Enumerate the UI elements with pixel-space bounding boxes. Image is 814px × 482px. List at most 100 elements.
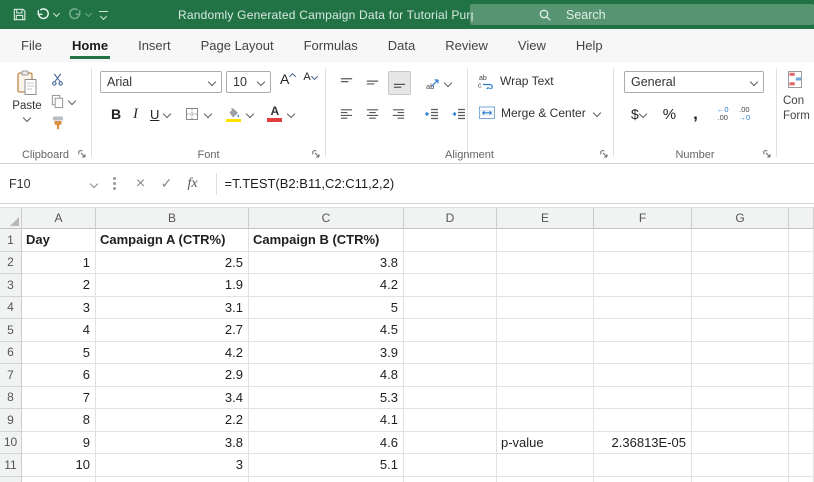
row-header-2[interactable]: 2 (0, 252, 22, 275)
row-header-7[interactable]: 7 (0, 364, 22, 387)
cell-G11[interactable] (692, 454, 789, 477)
tab-page-layout[interactable]: Page Layout (186, 29, 289, 62)
cell-D2[interactable] (404, 252, 497, 275)
cell-D8[interactable] (404, 387, 497, 410)
cell-partial-7[interactable] (789, 364, 814, 387)
decrease-font-size-button[interactable]: A (300, 71, 319, 93)
cell-E8[interactable] (497, 387, 594, 410)
cell-F3[interactable] (594, 274, 692, 297)
paste-button[interactable]: Paste (7, 70, 47, 121)
cell-partial-8[interactable] (789, 387, 814, 410)
format-painter-button[interactable] (50, 114, 75, 132)
alignment-dialog-launcher[interactable] (600, 150, 609, 159)
orientation-button[interactable]: ab (423, 72, 454, 94)
cell-G6[interactable] (692, 342, 789, 365)
cell-C4[interactable]: 5 (249, 297, 404, 320)
cell-E1[interactable] (497, 229, 594, 252)
cell-C8[interactable]: 5.3 (249, 387, 404, 410)
accounting-dropdown-icon[interactable] (639, 110, 647, 118)
number-dialog-launcher[interactable] (763, 150, 772, 159)
cell-C1[interactable]: Campaign B (CTR%) (249, 229, 404, 252)
cell-E11[interactable] (497, 454, 594, 477)
increase-decimal-button[interactable]: ←0 .00 (714, 103, 732, 125)
col-header-partial[interactable] (789, 207, 814, 229)
cell-C12[interactable] (249, 477, 404, 482)
col-header-F[interactable]: F (594, 207, 692, 229)
cell-partial-9[interactable] (789, 409, 814, 432)
cell-D1[interactable] (404, 229, 497, 252)
cell-F4[interactable] (594, 297, 692, 320)
increase-font-size-button[interactable]: A (277, 71, 298, 93)
col-header-A[interactable]: A (22, 207, 96, 229)
conditional-formatting-button[interactable]: Con Form (783, 70, 814, 124)
enter-button[interactable]: ✓ (154, 175, 180, 192)
cell-F5[interactable] (594, 319, 692, 342)
cell-A4[interactable]: 3 (22, 297, 96, 320)
tab-help[interactable]: Help (561, 29, 618, 62)
cell-B1[interactable]: Campaign A (CTR%) (96, 229, 249, 252)
cell-D9[interactable] (404, 409, 497, 432)
tab-insert[interactable]: Insert (123, 29, 186, 62)
cell-partial-6[interactable] (789, 342, 814, 365)
cell-G8[interactable] (692, 387, 789, 410)
cell-E7[interactable] (497, 364, 594, 387)
col-header-E[interactable]: E (497, 207, 594, 229)
undo-dropdown-icon[interactable] (53, 10, 60, 17)
accounting-format-button[interactable]: $ (624, 103, 649, 125)
formula-input[interactable]: =T.TEST(B2:B11,C2:C11,2,2) (225, 176, 395, 191)
cell-A12[interactable] (22, 477, 96, 482)
tab-formulas[interactable]: Formulas (289, 29, 373, 62)
col-header-B[interactable]: B (96, 207, 249, 229)
cut-button[interactable] (50, 70, 75, 88)
cell-C9[interactable]: 4.1 (249, 409, 404, 432)
cell-G3[interactable] (692, 274, 789, 297)
row-header-3[interactable]: 3 (0, 274, 22, 297)
name-box[interactable]: F10 (0, 171, 105, 197)
row-header-5[interactable]: 5 (0, 319, 22, 342)
font-name-select[interactable]: Arial (100, 71, 222, 93)
cell-B4[interactable]: 3.1 (96, 297, 249, 320)
cell-F9[interactable] (594, 409, 692, 432)
customize-quick-access-toolbar-button[interactable] (97, 4, 110, 26)
cell-G10[interactable] (692, 432, 789, 455)
cell-E2[interactable] (497, 252, 594, 275)
align-right-button[interactable] (388, 103, 409, 125)
cell-G1[interactable] (692, 229, 789, 252)
cell-F2[interactable] (594, 252, 692, 275)
select-all-corner[interactable] (0, 207, 22, 229)
cell-F11[interactable] (594, 454, 692, 477)
cell-B5[interactable]: 2.7 (96, 319, 249, 342)
paste-dropdown-icon[interactable] (23, 114, 31, 122)
copy-button[interactable] (50, 92, 75, 110)
align-middle-button[interactable] (362, 72, 383, 94)
align-left-button[interactable] (336, 103, 357, 125)
cell-B9[interactable]: 2.2 (96, 409, 249, 432)
cell-B8[interactable]: 3.4 (96, 387, 249, 410)
cell-partial-10[interactable] (789, 432, 814, 455)
cell-A2[interactable]: 1 (22, 252, 96, 275)
cell-F12[interactable] (594, 477, 692, 482)
cell-E5[interactable] (497, 319, 594, 342)
percent-style-button[interactable]: % (656, 103, 683, 125)
row-header-10[interactable]: 10 (0, 432, 22, 455)
row-header-9[interactable]: 9 (0, 409, 22, 432)
cell-C3[interactable]: 4.2 (249, 274, 404, 297)
cell-B7[interactable]: 2.9 (96, 364, 249, 387)
cell-D3[interactable] (404, 274, 497, 297)
cell-A6[interactable]: 5 (22, 342, 96, 365)
orientation-dropdown-icon[interactable] (444, 79, 452, 87)
borders-dropdown-icon[interactable] (204, 110, 212, 118)
underline-dropdown-icon[interactable] (163, 110, 171, 118)
redo-dropdown-icon[interactable] (85, 10, 92, 17)
cell-C6[interactable]: 3.9 (249, 342, 404, 365)
search-box[interactable]: Search (470, 4, 814, 25)
cell-E12[interactable] (497, 477, 594, 482)
cell-D4[interactable] (404, 297, 497, 320)
cell-G4[interactable] (692, 297, 789, 320)
row-header-12[interactable]: 12 (0, 477, 22, 482)
cell-partial-11[interactable] (789, 454, 814, 477)
cell-E10[interactable]: p-value (497, 432, 594, 455)
merge-center-button[interactable]: Merge & Center (478, 105, 600, 120)
cell-G5[interactable] (692, 319, 789, 342)
underline-button[interactable]: U (147, 103, 162, 125)
